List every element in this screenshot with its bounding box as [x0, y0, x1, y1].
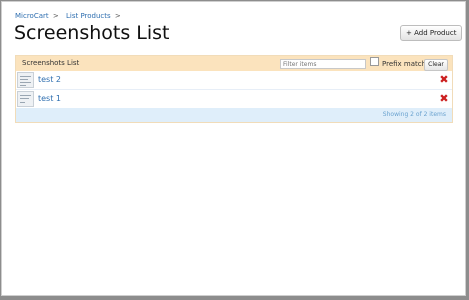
screenshot-thumbnail[interactable]: [17, 72, 34, 88]
item-count-text: Showing 2 of 2 items: [382, 111, 446, 118]
filter-input[interactable]: [280, 59, 366, 69]
breadcrumb-separator: >: [52, 12, 59, 20]
app-window: MicroCart > List Products > Screenshots …: [1, 1, 466, 296]
delete-icon[interactable]: ✖: [439, 74, 449, 85]
prefix-match-checkbox[interactable]: [370, 57, 379, 66]
screenshot-thumbnail[interactable]: [17, 91, 34, 107]
list-footer: Showing 2 of 2 items: [16, 108, 452, 122]
panel-title: Screenshots List: [22, 59, 80, 67]
breadcrumb: MicroCart > List Products >: [15, 12, 126, 20]
page-title: Screenshots List: [14, 22, 170, 44]
panel-header: Screenshots List Prefix match Clear: [16, 56, 452, 72]
screenshots-panel: Screenshots List Prefix match Clear test…: [15, 55, 453, 123]
delete-icon[interactable]: ✖: [439, 93, 449, 104]
list-item[interactable]: test 1 ✖: [16, 90, 452, 109]
add-product-button[interactable]: + Add Product: [400, 25, 463, 41]
item-name-link[interactable]: test 2: [38, 75, 61, 84]
clear-button[interactable]: Clear: [424, 59, 448, 71]
breadcrumb-link-microcart[interactable]: MicroCart: [15, 12, 49, 20]
prefix-match-label: Prefix match: [382, 60, 427, 68]
list-item[interactable]: test 2 ✖: [16, 71, 452, 90]
breadcrumb-link-list-products[interactable]: List Products: [66, 12, 111, 20]
breadcrumb-separator: >: [114, 12, 121, 20]
item-name-link[interactable]: test 1: [38, 94, 61, 103]
